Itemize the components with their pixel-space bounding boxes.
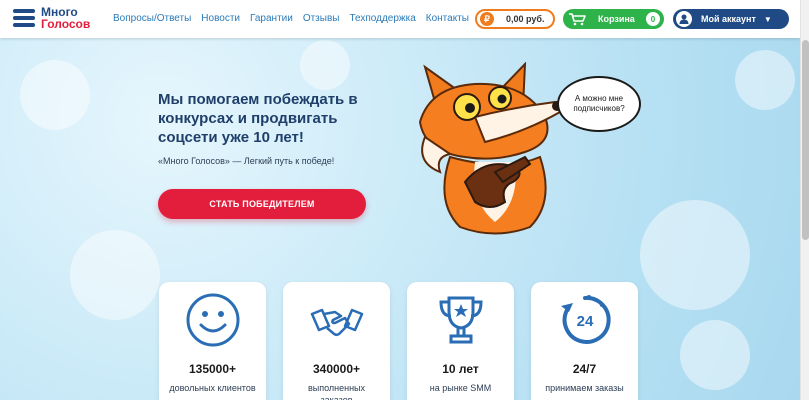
become-winner-button[interactable]: СТАТЬ ПОБЕДИТЕЛЕМ [158,189,366,219]
nav-news[interactable]: Новости [201,13,240,24]
hero-subtitle: «Много Голосов» — Легкий путь к победе! [158,156,335,166]
handshake-icon [310,308,364,337]
stat-number: 10 лет [442,362,479,376]
bokeh-decoration [300,40,350,90]
stat-desc: выполненных заказов [307,383,366,400]
smile-icon [186,293,240,347]
stat-number: 135000+ [188,362,237,376]
cart-label: Корзина [598,14,635,24]
scrollbar-thumb[interactable] [802,40,809,240]
user-icon [676,11,692,27]
stat-desc: принимаем заказы [545,383,624,393]
bokeh-decoration [640,200,750,310]
stat-card-support: 24 24/7 принимаем заказы [531,282,638,400]
stat-card-clients: 135000+ довольных клиентов [159,282,266,400]
nav-support[interactable]: Техподдержка [349,13,415,24]
speech-bubble: А можно мне подписчиков? [557,76,641,132]
site-logo[interactable]: Много Голосов [41,6,90,30]
balance-button[interactable]: ₽ 0,00 руб. [475,9,555,29]
bokeh-decoration [735,50,795,110]
stat-desc: довольных клиентов [169,383,256,393]
cart-button[interactable]: Корзина 0 [563,9,664,29]
bokeh-decoration [70,230,160,320]
ruble-coin-icon: ₽ [480,12,494,26]
cart-count-badge: 0 [646,12,660,26]
bokeh-decoration [20,60,90,130]
logo-line2: Голосов [41,17,91,31]
stat-desc: на рынке SMM [429,383,492,393]
hero-title: Мы помогаем побеждать в конкурсах и прод… [158,91,358,146]
stat-number: 24/7 [572,362,597,376]
balance-amount: 0,00 руб. [506,14,545,24]
nav-guarantees[interactable]: Гарантии [250,13,293,24]
nav-contacts[interactable]: Контакты [426,13,469,24]
account-label: Мой аккаунт [701,14,756,24]
chevron-down-icon: ▼ [763,14,772,24]
trophy-icon [439,296,483,344]
account-button[interactable]: Мой аккаунт ▼ [673,9,789,29]
main-nav: Вопросы/Ответы Новости Гарантии Отзывы Т… [113,13,469,24]
stat-number: 340000+ [312,362,361,376]
clock-24-icon: 24 [561,295,611,344]
stat-card-orders: 340000+ выполненных заказов [283,282,390,400]
stat-card-years: 10 лет на рынке SMM [407,282,514,400]
page-scrollbar[interactable] [800,0,809,400]
stats-cards: 135000+ довольных клиентов 340000+ выпол… [159,282,638,400]
bokeh-decoration [680,320,750,390]
site-header: Много Голосов Вопросы/Ответы Новости Гар… [0,0,800,38]
nav-faq[interactable]: Вопросы/Ответы [113,13,191,24]
nav-reviews[interactable]: Отзывы [303,13,340,24]
cart-icon [569,13,586,26]
menu-icon[interactable] [13,9,35,27]
fox-mascot-illustration [418,62,562,235]
svg-text:24: 24 [577,313,594,330]
